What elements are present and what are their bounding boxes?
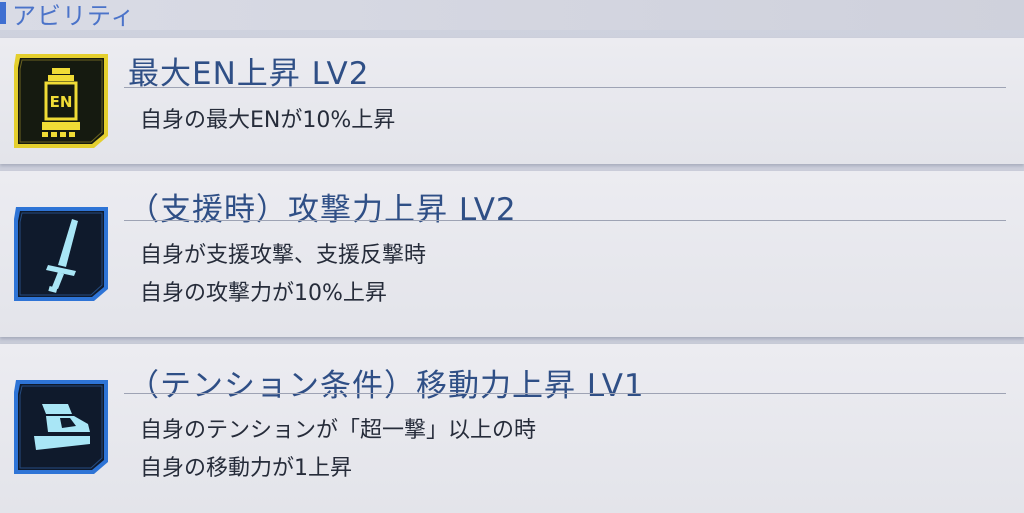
divider (124, 393, 1006, 394)
en-icon-label: EN (50, 93, 73, 111)
ability-title: （支援時）攻撃力上昇 LV2 (128, 192, 517, 228)
description-line: 自身の移動力が1上昇 (140, 456, 352, 481)
ability-card-max-en[interactable]: EN 最大EN上昇 LV2 自身の最大ENが10%上昇 (0, 38, 1024, 164)
ability-card-support-attack[interactable]: （支援時）攻撃力上昇 LV2 自身が支援攻撃、支援反撃時 自身の攻撃力が10%上… (0, 171, 1024, 337)
divider (124, 87, 1006, 88)
section-title: アビリティ (12, 2, 136, 30)
ability-description: 自身の最大ENが10%上昇 (140, 102, 395, 140)
ability-title: （テンション条件）移動力上昇 LV1 (128, 368, 645, 404)
ability-description: 自身のテンションが「超一撃」以上の時 自身の移動力が1上昇 (140, 412, 536, 488)
description-line: 自身が支援攻撃、支援反撃時 (140, 243, 427, 268)
en-canister-icon: EN (12, 52, 110, 150)
description-line: 自身の攻撃力が10%上昇 (140, 281, 387, 306)
divider (124, 220, 1006, 221)
ability-description: 自身が支援攻撃、支援反撃時 自身の攻撃力が10%上昇 (140, 237, 426, 313)
boot-icon (12, 378, 110, 476)
description-line: 自身のテンションが「超一撃」以上の時 (140, 418, 537, 443)
ability-panel: アビリティ EN 最大EN上昇 LV2 自身の最大ENが10%上昇 （支援時）攻… (0, 0, 1024, 513)
ability-card-move[interactable]: （テンション条件）移動力上昇 LV1 自身のテンションが「超一撃」以上の時 自身… (0, 344, 1024, 513)
section-header: アビリティ (0, 0, 1024, 30)
description-line: 自身の最大ENが10%上昇 (140, 108, 396, 133)
sword-icon (12, 205, 110, 303)
header-accent-bar (0, 2, 6, 24)
